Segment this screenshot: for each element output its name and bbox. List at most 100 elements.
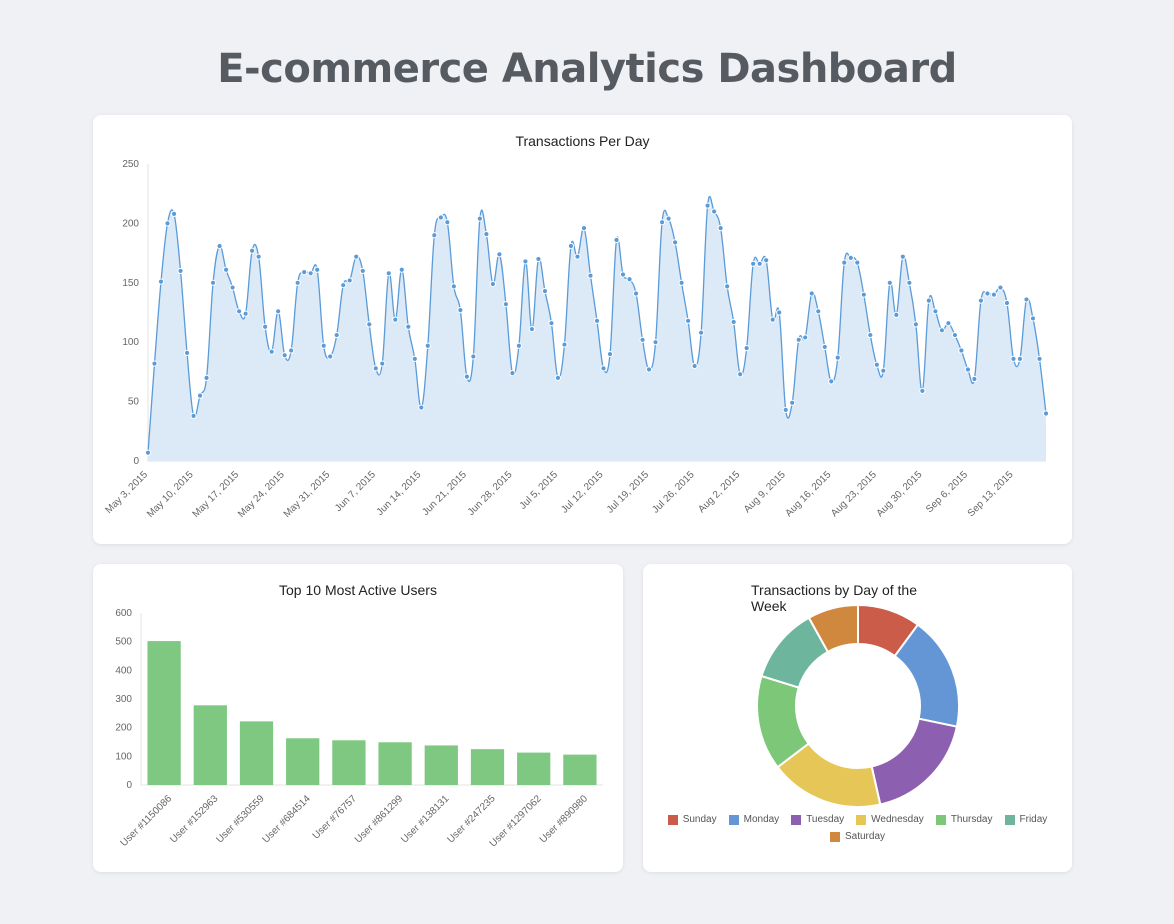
data-point bbox=[750, 260, 757, 267]
legend-row: Saturday bbox=[643, 831, 1072, 842]
data-point bbox=[157, 278, 165, 285]
legend-item[interactable]: Saturday bbox=[829, 831, 886, 842]
data-point bbox=[899, 253, 906, 260]
data-point bbox=[600, 365, 607, 372]
legend-label: Friday bbox=[1019, 814, 1048, 825]
bar bbox=[424, 745, 458, 785]
data-point bbox=[496, 251, 503, 258]
x-tick-label: Jul 19, 2015 bbox=[605, 469, 652, 516]
legend-row: Sunday Monday Tuesday Wednesday Thursday Frid… bbox=[643, 814, 1072, 825]
legend-swatch bbox=[829, 831, 840, 842]
legend-item[interactable]: Tuesday bbox=[791, 814, 844, 825]
x-tick-label: User #890980 bbox=[538, 793, 591, 846]
x-tick-label: Jun 28, 2015 bbox=[466, 469, 515, 518]
legend-item[interactable]: Sunday bbox=[667, 814, 717, 825]
data-point bbox=[606, 350, 614, 358]
data-point bbox=[353, 253, 360, 260]
legend-item[interactable]: Wednesday bbox=[856, 814, 924, 825]
data-point bbox=[854, 259, 861, 266]
data-point bbox=[587, 272, 594, 279]
data-point bbox=[183, 349, 191, 356]
legend-label: Monday bbox=[743, 814, 780, 825]
x-tick-label: User #247235 bbox=[445, 793, 498, 846]
y-tick-label: 600 bbox=[115, 608, 132, 619]
bar bbox=[378, 742, 412, 785]
data-point bbox=[262, 323, 269, 330]
data-point bbox=[802, 334, 809, 341]
data-point bbox=[841, 259, 848, 266]
data-point bbox=[359, 267, 366, 275]
data-point bbox=[828, 378, 835, 385]
y-tick-label: 100 bbox=[122, 337, 139, 348]
legend-item[interactable]: Thursday bbox=[935, 814, 993, 825]
y-tick-label: 200 bbox=[115, 723, 132, 734]
legend-label: Tuesday bbox=[806, 814, 845, 825]
x-tick-label: Jul 26, 2015 bbox=[650, 469, 697, 516]
data-point bbox=[268, 348, 275, 355]
bar bbox=[147, 641, 181, 785]
data-point bbox=[203, 374, 210, 381]
legend-label: Wednesday bbox=[871, 814, 924, 825]
data-point bbox=[958, 347, 965, 354]
data-point bbox=[275, 308, 282, 315]
legend-item[interactable]: Friday bbox=[1004, 814, 1048, 825]
data-point bbox=[808, 290, 815, 297]
data-point bbox=[769, 316, 776, 323]
data-point bbox=[476, 215, 483, 222]
data-point bbox=[1016, 355, 1024, 362]
data-point bbox=[626, 276, 633, 283]
data-point bbox=[281, 352, 288, 359]
data-point bbox=[489, 280, 496, 288]
x-tick-label: Jun 21, 2015 bbox=[420, 469, 469, 518]
top-users-chart: 0 100 200 300 400 500 600 User #1150086User #15… bbox=[115, 608, 603, 849]
data-point bbox=[151, 360, 158, 367]
x-tick-label: User #76757 bbox=[311, 793, 360, 842]
data-point bbox=[685, 317, 692, 324]
data-point bbox=[737, 371, 744, 378]
data-point bbox=[593, 317, 601, 324]
legend-label: Saturday bbox=[844, 831, 886, 842]
y-tick-label: 300 bbox=[115, 694, 132, 705]
data-point bbox=[932, 308, 939, 315]
data-point bbox=[379, 360, 386, 367]
legend-item[interactable]: Monday bbox=[728, 814, 780, 825]
x-tick-label: User #530559 bbox=[214, 793, 267, 846]
data-point bbox=[1003, 299, 1011, 307]
x-tick-label: May 24, 2015 bbox=[236, 469, 287, 520]
data-point bbox=[997, 284, 1004, 291]
data-point bbox=[990, 291, 998, 298]
data-point bbox=[971, 375, 978, 383]
data-point bbox=[886, 279, 893, 286]
data-point bbox=[535, 255, 542, 263]
data-point bbox=[1042, 410, 1050, 417]
data-point bbox=[678, 279, 685, 286]
bar bbox=[332, 740, 366, 785]
data-point bbox=[867, 331, 874, 339]
x-tick-label: User #684514 bbox=[261, 793, 314, 846]
legend-swatch bbox=[791, 814, 802, 825]
data-point bbox=[392, 316, 399, 323]
area-fill bbox=[148, 196, 1046, 461]
data-point bbox=[554, 374, 562, 381]
data-point bbox=[711, 208, 718, 215]
data-point bbox=[509, 369, 516, 377]
data-point bbox=[1036, 355, 1043, 362]
legend-swatch bbox=[1004, 814, 1015, 825]
data-point bbox=[483, 230, 490, 238]
data-point bbox=[522, 258, 529, 265]
data-point bbox=[222, 266, 230, 273]
data-point bbox=[288, 347, 295, 354]
x-tick-label: May 10, 2015 bbox=[145, 469, 196, 520]
data-point bbox=[619, 271, 627, 278]
y-tick-label: 400 bbox=[115, 665, 132, 676]
data-point bbox=[1023, 296, 1030, 303]
data-point bbox=[717, 225, 724, 232]
data-point bbox=[613, 236, 620, 244]
data-point bbox=[366, 321, 373, 328]
legend-label: Thursday bbox=[950, 814, 993, 825]
bar bbox=[470, 749, 505, 785]
data-point bbox=[528, 326, 536, 333]
data-point bbox=[919, 387, 926, 395]
data-point bbox=[209, 279, 217, 286]
data-point bbox=[880, 367, 887, 374]
